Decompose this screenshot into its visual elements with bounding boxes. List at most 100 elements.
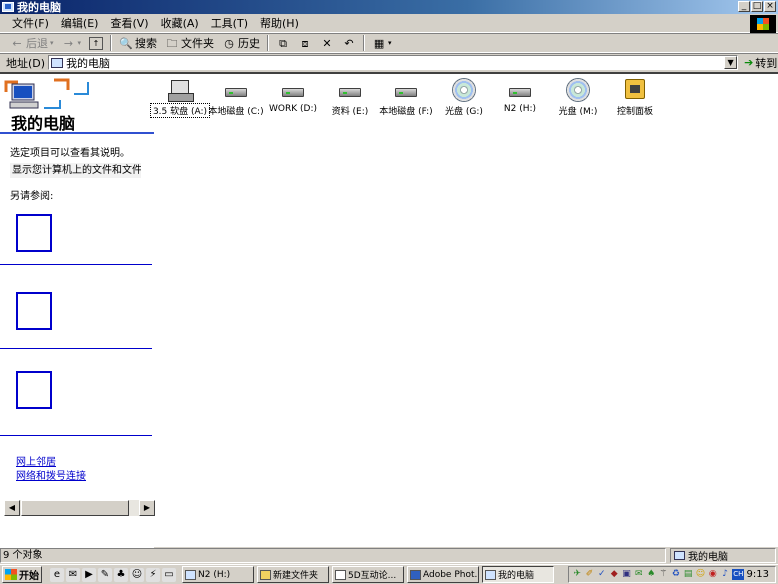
- task-label: 我的电脑: [498, 571, 535, 581]
- address-dropdown-button[interactable]: ▼: [724, 56, 738, 69]
- notepad-icon[interactable]: ✎: [98, 567, 112, 582]
- menu-edit[interactable]: 编辑(E): [55, 15, 105, 32]
- menu-favorites[interactable]: 收藏(A): [155, 15, 205, 32]
- drive-item-g[interactable]: 光盘 (G:): [436, 78, 492, 118]
- move-to-button[interactable]: ⧉: [272, 34, 294, 52]
- copy-to-icon: ⧈: [301, 36, 309, 50]
- cd-drive-icon: [564, 78, 592, 102]
- alert-icon[interactable]: ◉: [708, 569, 718, 580]
- network-neighborhood-link[interactable]: 网上邻居: [16, 453, 56, 468]
- desktop-icon[interactable]: ▭: [162, 567, 176, 582]
- task-button-n2[interactable]: N2 (H:): [182, 566, 254, 583]
- placeholder-image: [16, 292, 52, 330]
- back-button[interactable]: ← 后退 ▾: [6, 34, 58, 52]
- go-arrow-icon: ➔: [744, 56, 754, 69]
- scroll-right-button[interactable]: ▶: [139, 500, 155, 516]
- pane-tip: 显示您计算机上的文件和文件夹: [10, 163, 141, 178]
- qq-tray-icon[interactable]: ☺: [695, 569, 705, 580]
- monitor-icon[interactable]: ▣: [621, 569, 631, 580]
- control-panel-item[interactable]: 控制面板: [607, 78, 663, 118]
- menu-help[interactable]: 帮助(H): [254, 15, 305, 32]
- task-button-new-folder[interactable]: 新建文件夹: [257, 566, 329, 583]
- task-label: N2 (H:): [198, 569, 231, 580]
- volume-icon[interactable]: ♪: [720, 569, 730, 580]
- drive-item-a[interactable]: 3.5 软盘 (A:): [149, 78, 211, 118]
- minimize-button[interactable]: _: [738, 1, 750, 12]
- drive-list: 3.5 软盘 (A:) 本地磁盘 (C:) WORK (D:) 资料 (E:) …: [149, 78, 692, 118]
- computer-icon: [485, 569, 496, 580]
- copy-to-button[interactable]: ⧈: [294, 34, 316, 52]
- shield-icon[interactable]: ◆: [609, 569, 619, 580]
- menu-view[interactable]: 查看(V): [104, 15, 154, 32]
- history-button[interactable]: ◷ 历史: [218, 34, 264, 52]
- move-to-icon: ⧉: [279, 36, 287, 50]
- drive-label: 资料 (E:): [331, 107, 369, 117]
- history-icon: ◷: [224, 36, 234, 50]
- drive-item-c[interactable]: 本地磁盘 (C:): [208, 78, 264, 118]
- paint-icon[interactable]: ♣: [114, 567, 128, 582]
- magic-wand-icon[interactable]: ⚚: [658, 569, 668, 580]
- windows-flag-icon: [5, 569, 17, 580]
- menu-file[interactable]: 文件(F): [6, 15, 55, 32]
- delete-button[interactable]: ✕: [316, 34, 338, 52]
- tree-icon[interactable]: ♠: [646, 569, 656, 580]
- menu-tools[interactable]: 工具(T): [205, 15, 254, 32]
- drive-item-e[interactable]: 资料 (E:): [322, 78, 378, 118]
- network-icon[interactable]: ✈: [572, 569, 582, 580]
- close-button[interactable]: ×: [764, 1, 776, 12]
- network-dialup-link[interactable]: 网络和拨号连接: [16, 467, 86, 482]
- drive-label: WORK (D:): [269, 104, 317, 114]
- flash-icon[interactable]: ⚡: [146, 567, 160, 582]
- up-button[interactable]: ↑: [85, 34, 107, 52]
- drive-label: 控制面板: [616, 107, 653, 117]
- browser-icon: [335, 569, 346, 580]
- pen-icon[interactable]: ✐: [584, 569, 594, 580]
- qq-icon[interactable]: ☺: [130, 567, 144, 582]
- views-button[interactable]: ▦ ▾: [368, 34, 396, 52]
- pane-divider: [0, 132, 154, 134]
- pane-divider: [0, 264, 152, 265]
- go-button[interactable]: ➔ 转到: [744, 55, 777, 71]
- tray-app-icon[interactable]: ✉: [634, 569, 644, 580]
- maximize-button[interactable]: □: [751, 1, 763, 12]
- task-label: Adobe Phot...: [423, 569, 479, 580]
- start-button[interactable]: 开始: [2, 566, 42, 583]
- keyboard-icon[interactable]: ▤: [683, 569, 693, 580]
- input-method-badge[interactable]: CH: [732, 569, 745, 580]
- pane-divider: [0, 348, 152, 349]
- drive-label: N2 (H:): [503, 104, 537, 114]
- placeholder-image: [16, 371, 52, 409]
- drive-item-d[interactable]: WORK (D:): [265, 78, 321, 118]
- connection-icon[interactable]: ♻: [671, 569, 681, 580]
- address-input[interactable]: 我的电脑 ▼: [48, 55, 739, 70]
- internet-explorer-icon[interactable]: e: [50, 567, 64, 582]
- horizontal-scrollbar[interactable]: ◀ ▶: [4, 500, 155, 516]
- drive-item-h[interactable]: N2 (H:): [492, 78, 548, 118]
- info-pane: 我的电脑 选定项目可以查看其说明。 显示您计算机上的文件和文件夹 另请参阅: 网…: [0, 74, 155, 548]
- forward-button[interactable]: → ▾: [58, 34, 86, 52]
- undo-button[interactable]: ↶: [338, 34, 360, 52]
- task-button-my-computer[interactable]: 我的电脑: [482, 566, 554, 583]
- go-label: 转到: [755, 56, 778, 70]
- media-player-icon[interactable]: ▶: [82, 567, 96, 582]
- scroll-thumb[interactable]: [21, 500, 129, 516]
- see-also-label: 另请参阅:: [10, 191, 54, 202]
- drive-item-m[interactable]: 光盘 (M:): [550, 78, 606, 118]
- task-button-5d-forum[interactable]: 5D互动论...: [332, 566, 404, 583]
- start-label: 开始: [19, 571, 39, 582]
- folders-button[interactable]: 🗀 文件夹: [161, 34, 218, 52]
- task-list: N2 (H:) 新建文件夹 5D互动论... Adobe Phot... 我的电…: [182, 566, 554, 583]
- search-button[interactable]: 🔍 搜索: [115, 34, 161, 52]
- outlook-icon[interactable]: ✉: [66, 567, 80, 582]
- clock[interactable]: 9:13: [747, 569, 769, 580]
- drive-item-f[interactable]: 本地磁盘 (F:): [378, 78, 434, 118]
- cd-drive-icon: [450, 78, 478, 102]
- antivirus-icon[interactable]: ✓: [597, 569, 607, 580]
- standard-toolbar: ← 后退 ▾ → ▾ ↑ 🔍 搜索 🗀 文件夹 ◷ 历史 ⧉ ⧈ ✕ ↶ ▦ ▾: [0, 33, 778, 53]
- task-button-photoshop[interactable]: Adobe Phot...: [407, 566, 479, 583]
- dropdown-arrow-icon: ▾: [388, 39, 392, 47]
- scroll-left-button[interactable]: ◀: [4, 500, 20, 516]
- drive-label: 光盘 (G:): [445, 107, 483, 117]
- toolbar-separator: [267, 35, 270, 51]
- back-label: 后退: [26, 37, 48, 50]
